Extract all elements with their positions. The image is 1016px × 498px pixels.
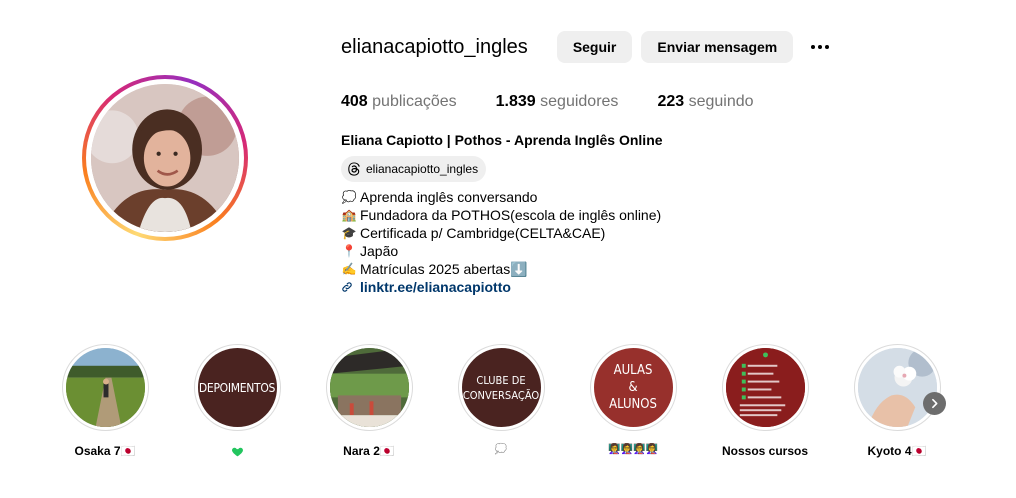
followers-stat[interactable]: 1.839 seguidores xyxy=(496,93,619,111)
highlight-cover: DEPOIMENTOS xyxy=(197,348,277,427)
bio-line: ✍️ Matrículas 2025 abertas⬇️ xyxy=(341,260,661,278)
follow-button[interactable]: Seguir xyxy=(556,31,633,63)
highlight-depoimentos[interactable]: DEPOIMENTOS xyxy=(192,344,282,458)
bio-line: 📍 Japão xyxy=(341,242,661,260)
highlight-cover-image xyxy=(329,348,409,427)
bio-text: Certificada p/ Cambridge(CELTA&CAE) xyxy=(360,225,606,241)
pin-icon: 📍 xyxy=(341,244,357,258)
profile-full-name: Eliana Capiotto | Pothos - Aprenda Inglê… xyxy=(341,132,663,148)
send-message-button[interactable]: Enviar mensagem xyxy=(641,31,794,63)
highlight-cover-image xyxy=(65,348,145,427)
highlight-clube-de-conversacao[interactable]: CLUBE DE CONVERSAÇÃO 💭 xyxy=(456,344,546,458)
highlight-aulas-alunos[interactable]: AULAS & ALUNOS 👩‍🏫👩‍🏫👩‍🏫👩‍🏫 xyxy=(588,344,678,458)
profile-header-row: elianacapiotto_ingles Seguir Enviar mens… xyxy=(341,31,833,63)
profile-bio: 💭 Aprenda inglês conversando 🏫 Fundadora d… xyxy=(341,188,662,296)
bio-text: Fundadora da POTHOS(escola de inglês onl… xyxy=(360,207,662,223)
graduation-cap-icon: 🎓 xyxy=(341,226,357,240)
followers-count: 1.839 xyxy=(495,93,536,110)
highlight-ring xyxy=(853,344,941,431)
highlight-label: Osaka 7🇯🇵 xyxy=(74,444,136,458)
highlight-ring: AULAS & ALUNOS xyxy=(589,344,677,431)
bio-text: Matrículas 2025 abertas⬇️ xyxy=(360,261,528,277)
link-icon xyxy=(342,282,352,292)
followers-label: seguidores xyxy=(540,93,619,110)
posts-label: publicações xyxy=(372,93,457,110)
chevron-right-icon xyxy=(932,398,938,409)
profile-avatar-ring[interactable] xyxy=(82,75,248,241)
following-count: 223 xyxy=(657,93,685,110)
school-icon: 🏫 xyxy=(341,208,357,222)
highlight-cover: AULAS & ALUNOS xyxy=(593,348,673,427)
highlight-ring xyxy=(61,344,149,431)
threads-handle: elianacapiotto_ingles xyxy=(366,162,479,176)
threads-icon xyxy=(348,162,360,176)
dot xyxy=(825,45,830,49)
highlight-label: Nara 2🇯🇵 xyxy=(343,444,395,458)
avatar[interactable] xyxy=(91,84,239,232)
highlights-next-button[interactable] xyxy=(923,392,946,415)
bio-link-text: linktr.ee/elianacapiotto xyxy=(360,279,511,295)
bio-external-link[interactable]: linktr.ee/elianacapiotto xyxy=(341,278,661,296)
highlight-osaka[interactable]: Osaka 7🇯🇵 xyxy=(60,344,150,458)
highlight-cover xyxy=(857,348,937,427)
profile-username[interactable]: elianacapiotto_ingles xyxy=(341,36,528,59)
highlight-nossos-cursos[interactable]: Nossos cursos xyxy=(720,344,810,458)
highlight-cover-image xyxy=(857,348,937,427)
green-heart-icon xyxy=(192,444,282,458)
highlight-cover: CLUBE DE CONVERSAÇÃO xyxy=(461,348,541,427)
avatar-gap xyxy=(86,79,244,237)
highlight-cover xyxy=(725,348,805,427)
highlight-ring xyxy=(721,344,809,431)
highlight-cover xyxy=(65,348,145,427)
bio-text: Aprenda inglês conversando xyxy=(360,189,538,205)
green-heart-shape xyxy=(231,448,243,457)
bio-line: 🏫 Fundadora da POTHOS(escola de inglês on… xyxy=(341,206,662,224)
avatar-portrait-image xyxy=(91,84,239,232)
posts-stat[interactable]: 408 publicações xyxy=(341,93,457,111)
teacher-emoji-icons: 👩‍🏫👩‍🏫👩‍🏫👩‍🏫 xyxy=(608,444,658,455)
following-stat[interactable]: 223 seguindo xyxy=(657,93,753,111)
bio-line: 💭 Aprenda inglês conversando xyxy=(341,188,661,206)
highlight-ring xyxy=(325,344,413,431)
dot xyxy=(818,45,823,49)
more-options-icon[interactable] xyxy=(807,37,833,57)
dot xyxy=(811,45,816,49)
thought-bubble-icon: 💭 xyxy=(494,444,508,455)
threads-profile-badge[interactable]: elianacapiotto_ingles xyxy=(341,156,487,182)
highlight-cover xyxy=(329,348,409,427)
highlight-nara[interactable]: Nara 2🇯🇵 xyxy=(324,344,414,458)
posts-count: 408 xyxy=(341,93,368,110)
highlight-cover-image xyxy=(725,348,805,427)
highlight-label: Nossos cursos xyxy=(721,444,809,458)
bio-text: Japão xyxy=(360,243,399,259)
writing-hand-icon: ✍️ xyxy=(341,262,357,276)
thought-bubble-icon: 💭 xyxy=(341,190,357,204)
highlight-cover-text: DEPOIMENTOS xyxy=(198,380,276,395)
bio-line: 🎓 Certificada p/ Cambridge(CELTA&CAE) xyxy=(341,224,661,242)
highlight-cover-text: AULAS & ALUNOS xyxy=(609,363,657,412)
highlight-ring: DEPOIMENTOS xyxy=(193,344,281,431)
profile-stats: 408 publicações 1.839 seguidores 223 seg… xyxy=(341,93,793,111)
highlight-label: Kyoto 4🇯🇵 xyxy=(867,444,927,458)
following-label: seguindo xyxy=(688,93,754,110)
highlight-ring: CLUBE DE CONVERSAÇÃO xyxy=(457,344,545,431)
highlight-cover-text: CLUBE DE CONVERSAÇÃO xyxy=(462,373,540,402)
